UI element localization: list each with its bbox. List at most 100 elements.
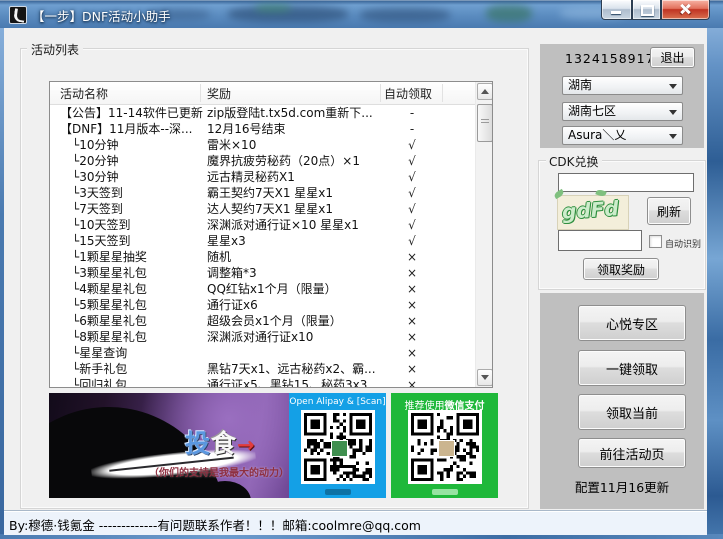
qr-center-logo xyxy=(438,440,455,457)
app-icon[interactable] xyxy=(9,6,27,24)
table-row[interactable]: └回归礼包通行证x5、黑钻15、秘药3x3× xyxy=(50,377,476,387)
table-row[interactable]: └20分钟魔界抗疲劳秘药（20点）×1√ xyxy=(50,153,476,169)
minimize-button[interactable] xyxy=(601,0,632,20)
auto-claim-cell: √ xyxy=(382,137,442,153)
feed-text-1: 投 xyxy=(185,429,211,458)
titlebar-blur-blob xyxy=(255,4,291,12)
account-panel: 1324158917 退出 湖南 湖南七区 Asura＼乂 xyxy=(540,44,704,148)
character-value: Asura＼乂 xyxy=(568,128,626,142)
activity-group-label: 活动列表 xyxy=(27,41,83,58)
table-header[interactable]: 活动名称 奖励 自动领取 xyxy=(50,82,476,105)
captcha-image[interactable]: gdFd xyxy=(557,195,629,230)
table-row[interactable]: └30分钟远古精灵秘药X1√ xyxy=(50,169,476,185)
header-auto-claim[interactable]: 自动领取 xyxy=(384,85,432,102)
cdk-code-field[interactable] xyxy=(558,173,694,192)
auto-claim-cell: × xyxy=(382,249,442,265)
window-title: 【一步】DNF活动小助手 xyxy=(32,6,171,25)
auto-claim-cell: × xyxy=(382,361,442,377)
table-row[interactable]: └8颗星星礼包深渊派对通行证x10× xyxy=(50,329,476,345)
feed-text-2: 食 xyxy=(211,429,237,458)
table-row[interactable]: └1颗星星抽奖随机× xyxy=(50,249,476,265)
auto-claim-cell: √ xyxy=(382,169,442,185)
reward-cell: 深渊派对通行证x10 xyxy=(207,329,379,345)
header-activity-name[interactable]: 活动名称 xyxy=(60,85,108,102)
table-row[interactable]: └15天签到星星x3√ xyxy=(50,233,476,249)
server-value: 湖南七区 xyxy=(568,104,616,118)
activity-name-cell: └6颗星星礼包 xyxy=(72,313,204,329)
goto-activity-page-button[interactable]: 前往活动页 xyxy=(578,438,686,468)
table-row[interactable]: └10分钟雷米×10√ xyxy=(50,137,476,153)
claim-current-button[interactable]: 领取当前 xyxy=(578,394,686,430)
chevron-down-icon xyxy=(669,110,677,115)
reward-cell: 远古精灵秘药X1 xyxy=(207,169,379,185)
client-area: 活动列表 活动名称 奖励 自动领取 【公告】11-14软件已更新zip版登陆t.… xyxy=(4,28,707,510)
table-row[interactable]: └星星查询× xyxy=(50,345,476,361)
auto-recognize-checkbox[interactable] xyxy=(649,235,662,248)
reward-cell: 达人契约7天X1 星星x1 xyxy=(207,201,379,217)
table-row[interactable]: └4颗星星礼包QQ红钻x1个月（限量）× xyxy=(50,281,476,297)
captcha-input-field[interactable] xyxy=(558,230,642,251)
scroll-up-button[interactable] xyxy=(477,83,493,100)
table-row[interactable]: └10天签到深渊派对通行证×10 星星x1√ xyxy=(50,217,476,233)
reward-cell: 雷米×10 xyxy=(207,137,379,153)
logout-button[interactable]: 退出 xyxy=(650,47,695,68)
cdk-exchange-group: CDK兑换 gdFd 刷新 自动识别 领取奖励 xyxy=(538,160,706,290)
reward-cell: 通行证x6 xyxy=(207,297,379,313)
table-row[interactable]: └3颗星星礼包调整箱*3× xyxy=(50,265,476,281)
activity-name-cell: └30分钟 xyxy=(72,169,204,185)
maximize-button[interactable] xyxy=(632,0,661,20)
titlebar-blur-blob xyxy=(360,8,450,22)
reward-cell: QQ红钻x1个月（限量） xyxy=(207,281,379,297)
table-row[interactable]: └新手礼包黑钻7天x1、远古秘药x2、霸...× xyxy=(50,361,476,377)
activity-name-cell: └3天签到 xyxy=(72,185,204,201)
server-select[interactable]: 湖南七区 xyxy=(562,102,683,121)
region-select[interactable]: 湖南 xyxy=(562,76,683,95)
close-button[interactable] xyxy=(661,0,710,20)
refresh-captcha-button[interactable]: 刷新 xyxy=(647,197,691,225)
table-row[interactable]: └3天签到霸王契约7天X1 星星x1√ xyxy=(50,185,476,201)
chevron-down-icon xyxy=(669,134,677,139)
auto-claim-cell: - xyxy=(382,121,442,137)
auto-claim-cell: √ xyxy=(382,217,442,233)
qr-caption-smudge xyxy=(325,489,351,495)
character-select[interactable]: Asura＼乂 xyxy=(562,126,683,145)
config-update-note: 配置11月16更新 xyxy=(540,477,704,496)
actions-panel: 心悦专区 一键领取 领取当前 前往活动页 配置11月16更新 xyxy=(540,293,704,509)
scroll-down-button[interactable] xyxy=(477,369,493,386)
activity-name-cell: └回归礼包 xyxy=(72,377,204,387)
captcha-text: gdFd xyxy=(561,196,619,224)
title-bar[interactable]: 【一步】DNF活动小助手 xyxy=(0,0,723,28)
qr-caption-smudge xyxy=(432,489,458,495)
auto-claim-cell: × xyxy=(382,377,442,387)
activity-list-group: 活动列表 活动名称 奖励 自动领取 【公告】11-14软件已更新zip版登陆t.… xyxy=(20,48,529,509)
activity-name-cell: └7天签到 xyxy=(72,201,204,217)
table-row[interactable]: └5颗星星礼包通行证x6× xyxy=(50,297,476,313)
reward-cell: 12月16号结束 xyxy=(207,121,379,137)
header-separator xyxy=(442,84,443,102)
table-row[interactable]: └7天签到达人契约7天X1 星星x1√ xyxy=(50,201,476,217)
qr-center-logo xyxy=(331,440,348,457)
alipay-qr-code xyxy=(301,410,375,484)
auto-claim-cell: × xyxy=(382,313,442,329)
region-value: 湖南 xyxy=(568,78,592,92)
one-click-claim-button[interactable]: 一键领取 xyxy=(578,350,686,386)
leaf-icon xyxy=(553,189,565,199)
feed-me-text: 投食→ xyxy=(185,424,256,460)
table-row[interactable]: 【DNF】11月版本--深...12月16号结束- xyxy=(50,121,476,137)
activity-name-cell: └4颗星星礼包 xyxy=(72,281,204,297)
titlebar-blur-blob xyxy=(486,5,532,22)
table-row[interactable]: └6颗星星礼包超级会员x1个月（限量）× xyxy=(50,313,476,329)
header-reward[interactable]: 奖励 xyxy=(207,85,231,102)
scrollbar-thumb[interactable] xyxy=(477,104,493,142)
activity-table: 活动名称 奖励 自动领取 【公告】11-14软件已更新zip版登陆t.tx5d.… xyxy=(49,81,493,388)
activity-name-cell: └新手礼包 xyxy=(72,361,204,377)
activity-name-cell: └3颗星星礼包 xyxy=(72,265,204,281)
qq-number: 1324158917 xyxy=(565,51,655,66)
vertical-scrollbar[interactable] xyxy=(475,82,492,387)
xinyue-zone-button[interactable]: 心悦专区 xyxy=(578,305,686,341)
auto-recognize-label: 自动识别 xyxy=(665,237,701,250)
promo-image: 投食→ （你们的支持是我最大的动力） xyxy=(49,393,289,498)
reward-cell: 黑钻7天x1、远古秘药x2、霸... xyxy=(207,361,379,377)
table-row[interactable]: 【公告】11-14软件已更新zip版登陆t.tx5d.com重新下...- xyxy=(50,105,476,121)
claim-reward-button[interactable]: 领取奖励 xyxy=(583,258,659,280)
